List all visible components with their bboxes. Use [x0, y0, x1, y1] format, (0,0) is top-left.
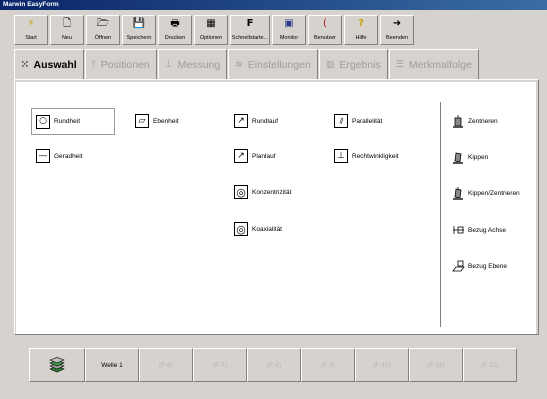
f11-button[interactable]: (F-11)	[409, 348, 463, 382]
exit-icon: ➜	[392, 18, 402, 29]
feature-radial-runout[interactable]: ↗ Rundlauf	[234, 114, 278, 128]
straightness-icon: —	[36, 149, 50, 163]
f6-button[interactable]: (F-6)	[139, 348, 193, 382]
f9-button[interactable]: (F-9)	[301, 348, 355, 382]
window-title: Marwin EasyForm	[3, 1, 59, 8]
feature-concentricity[interactable]: ◎ Konzentrizität	[234, 185, 291, 199]
feature-axial-runout[interactable]: ↗ Planlauf	[234, 149, 276, 163]
reference-plane-icon	[452, 260, 465, 272]
parallelism-icon: ∕∕	[334, 114, 348, 128]
list-sequence-icon: ☰	[395, 59, 404, 70]
main-toolbar: ⚡ Start 🗋 Neu 🗁 Öffnen 💾 Speichern 🖶 Dru…	[0, 11, 547, 48]
f12-button[interactable]: (F-12)	[463, 348, 517, 382]
new-document-icon: 🗋	[62, 18, 72, 29]
user-icon: (	[323, 18, 327, 29]
options-grid-icon: ▦	[206, 18, 216, 29]
help-button[interactable]: ? Hilfe	[344, 15, 378, 45]
feature-parallelism[interactable]: ∕∕ Parallelität	[334, 114, 382, 128]
roundness-icon: ○	[36, 114, 50, 129]
function-key-bar: Welle 1 (F-6) (F-7) (F-8) (F-9) (F-10) (…	[29, 348, 517, 382]
f10-button[interactable]: (F-10)	[355, 348, 409, 382]
column-divider	[440, 102, 441, 327]
layers-stack-icon	[49, 357, 65, 373]
monitor-icon: ▣	[284, 18, 294, 29]
tilting-icon	[453, 152, 463, 164]
feature-perpendicularity[interactable]: ⊥ Rechtwinkligkeit	[334, 149, 399, 163]
runout-arrow-icon: ↗	[234, 114, 248, 128]
quickstart-button[interactable]: F Schnellstarte...	[230, 15, 270, 45]
tab-merkmalfolge[interactable]: ☰ Merkmalfolge	[388, 49, 479, 79]
lightning-icon: ⚡	[27, 18, 35, 29]
concentricity-icon: ◎	[234, 185, 248, 199]
print-button[interactable]: 🖶 Drucken	[158, 15, 192, 45]
f8-button[interactable]: (F-8)	[247, 348, 301, 382]
perpendicularity-icon: ⊥	[334, 149, 348, 163]
new-button[interactable]: 🗋 Neu	[50, 15, 84, 45]
start-button[interactable]: ⚡ Start	[14, 15, 48, 45]
tab-einstellungen[interactable]: ≋ Einstellungen	[228, 49, 318, 79]
options-button[interactable]: ▦ Optionen	[194, 15, 228, 45]
flatness-icon: ▱	[135, 114, 149, 128]
align-reference-axis[interactable]: Bezug Achse	[452, 224, 506, 236]
align-tilting-centering[interactable]: Kippen/Zentrieren	[452, 187, 520, 200]
floppy-disk-icon: 💾	[132, 18, 146, 29]
coaxiality-icon: ◎	[234, 222, 248, 236]
help-question-icon: ?	[358, 18, 364, 29]
feature-coaxiality[interactable]: ◎ Koaxialität	[234, 222, 282, 236]
measurement-icon: ⊥	[164, 59, 173, 70]
centering-icon	[453, 115, 463, 128]
monitor-button[interactable]: ▣ Monitor	[272, 15, 306, 45]
position-arrow-icon: ⤒	[91, 59, 96, 70]
reference-axis-icon	[453, 226, 464, 234]
f7-button[interactable]: (F-7)	[193, 348, 247, 382]
printer-icon: 🖶	[170, 18, 180, 29]
open-button[interactable]: 🗁 Öffnen	[86, 15, 120, 45]
tab-ergebnis[interactable]: ▥ Ergebnis	[318, 49, 388, 79]
feature-roundness[interactable]: ○ Rundheit	[31, 108, 115, 135]
tab-messung[interactable]: ⊥ Messung	[157, 49, 228, 79]
selection-dots-icon: ⁙	[21, 60, 29, 70]
align-reference-plane[interactable]: Bezug Ebene	[452, 260, 507, 272]
quickstart-f-icon: F	[246, 18, 254, 29]
tab-auswahl[interactable]: ⁙ Auswahl	[14, 49, 84, 80]
layers-button[interactable]	[29, 348, 85, 382]
align-centering[interactable]: Zentrieren	[452, 115, 498, 128]
align-tilting[interactable]: Kippen	[452, 151, 488, 164]
user-button[interactable]: ( Benutzer	[308, 15, 342, 45]
save-button[interactable]: 💾 Speichern	[122, 15, 156, 45]
feature-straightness[interactable]: — Geradheit	[36, 149, 83, 163]
axial-runout-arrow-icon: ↗	[234, 149, 248, 163]
window-title-bar: Marwin EasyForm	[0, 0, 547, 10]
feature-flatness[interactable]: ▱ Ebenheit	[135, 114, 179, 128]
tilting-centering-icon	[453, 187, 463, 200]
tab-strip: ⁙ Auswahl ⤒ Positionen ⊥ Messung ≋ Einst…	[14, 49, 480, 80]
settings-sliders-icon: ≋	[235, 59, 243, 70]
shaft-1-button[interactable]: Welle 1	[85, 348, 139, 382]
open-folder-icon: 🗁	[96, 18, 110, 29]
tab-positionen[interactable]: ⤒ Positionen	[84, 49, 157, 79]
result-chart-icon: ▥	[325, 59, 335, 70]
exit-button[interactable]: ➜ Beenden	[380, 15, 414, 45]
